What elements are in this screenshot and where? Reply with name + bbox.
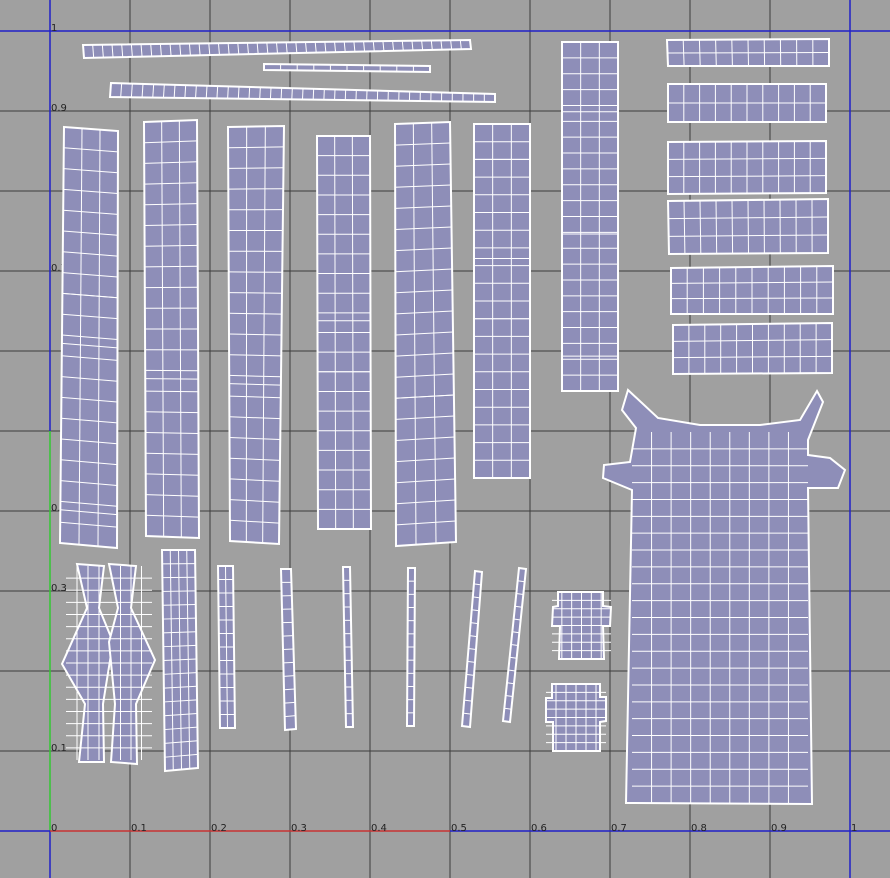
uv-shells[interactable] [58,37,847,806]
wire-edge [283,661,294,664]
horizontal-panel-4[interactable] [666,197,829,256]
wire-edge [269,87,272,100]
horizontal-panel-1[interactable] [665,37,830,67]
wire-edge [731,200,734,254]
thin-strip-top-3[interactable] [108,81,496,104]
vase-shell-1[interactable] [60,562,115,763]
u-tick-label: 0.2 [211,823,227,834]
small-box-shell-2[interactable] [545,683,607,752]
uv-editor-viewport[interactable]: 0 0.1 0.2 0.3 0.4 0.5 0.6 0.7 0.8 0.9 1 … [0,0,890,878]
u-axis-labels: 0 0.1 0.2 0.3 0.4 0.5 0.6 0.7 0.8 0.9 1 [51,823,857,834]
body-shell-face [601,388,847,806]
v-tick-label: 0.1 [51,743,67,754]
horizontal-panel-6[interactable] [672,321,833,376]
tall-panel-1[interactable] [58,125,120,550]
horizontal-panel-3[interactable] [667,139,827,196]
u-tick-label: 0.7 [611,823,627,834]
wire-edge [228,292,283,294]
u-tick-label: 0.4 [371,823,387,834]
column-shell[interactable] [160,549,200,773]
wire-edge [670,297,834,300]
tall-panel-2[interactable] [142,118,201,540]
u-tick-label: 0.6 [531,823,547,834]
wire-edge [162,590,196,592]
wire-edge [248,86,251,99]
vase-shell-2[interactable] [107,562,157,766]
wire-edge [291,88,293,100]
wire-edge [228,167,284,169]
u-tick-label: 0.9 [771,823,787,834]
wire-edge [715,200,718,254]
wire-edge [144,265,198,268]
ladder-shell-1[interactable] [473,123,531,479]
wire-edge [283,675,295,677]
v-tick-label: 0.3 [51,583,67,594]
horizontal-panel-2[interactable] [667,83,827,123]
body-shell[interactable] [601,388,847,806]
u-tick-label: 0.5 [451,823,467,834]
horizontal-panel-5[interactable] [670,264,834,315]
wire-edge [237,86,240,99]
u-tick-label: 0.3 [291,823,307,834]
wire-edge [747,199,749,254]
vase-shell-2-face [107,562,157,766]
wire-edge [227,86,229,99]
wire-edge [259,87,261,99]
wire-edge [282,648,294,650]
u-tick-label: 0.1 [131,823,147,834]
small-box-shell-1[interactable] [550,591,613,660]
v-tick-label: 1 [51,23,57,34]
thin-vertical-strip-2[interactable] [279,568,298,732]
tall-panel-4[interactable] [315,135,373,530]
thin-strip-top-2[interactable] [263,62,431,74]
thin-vertical-strip-5[interactable] [460,569,484,729]
thin-strip-top-1[interactable] [81,38,473,60]
tall-panel-3[interactable] [226,124,286,546]
u-tick-label: 0.8 [691,823,707,834]
v-tick-label: 0.9 [51,103,67,114]
thin-vertical-strip-4[interactable] [405,567,417,727]
uv-canvas[interactable]: 0 0.1 0.2 0.3 0.4 0.5 0.6 0.7 0.8 0.9 1 … [0,0,890,878]
ladder-shell-2[interactable] [561,41,619,392]
u-tick-label: 0 [51,823,57,834]
wire-edge [667,52,830,54]
wire-edge [302,88,304,100]
thin-vertical-strip-1[interactable] [216,565,237,729]
u-tick-label: 1 [851,823,857,834]
wire-edge [280,87,283,100]
wire-edge [145,390,199,393]
tall-panel-5[interactable] [393,120,458,548]
